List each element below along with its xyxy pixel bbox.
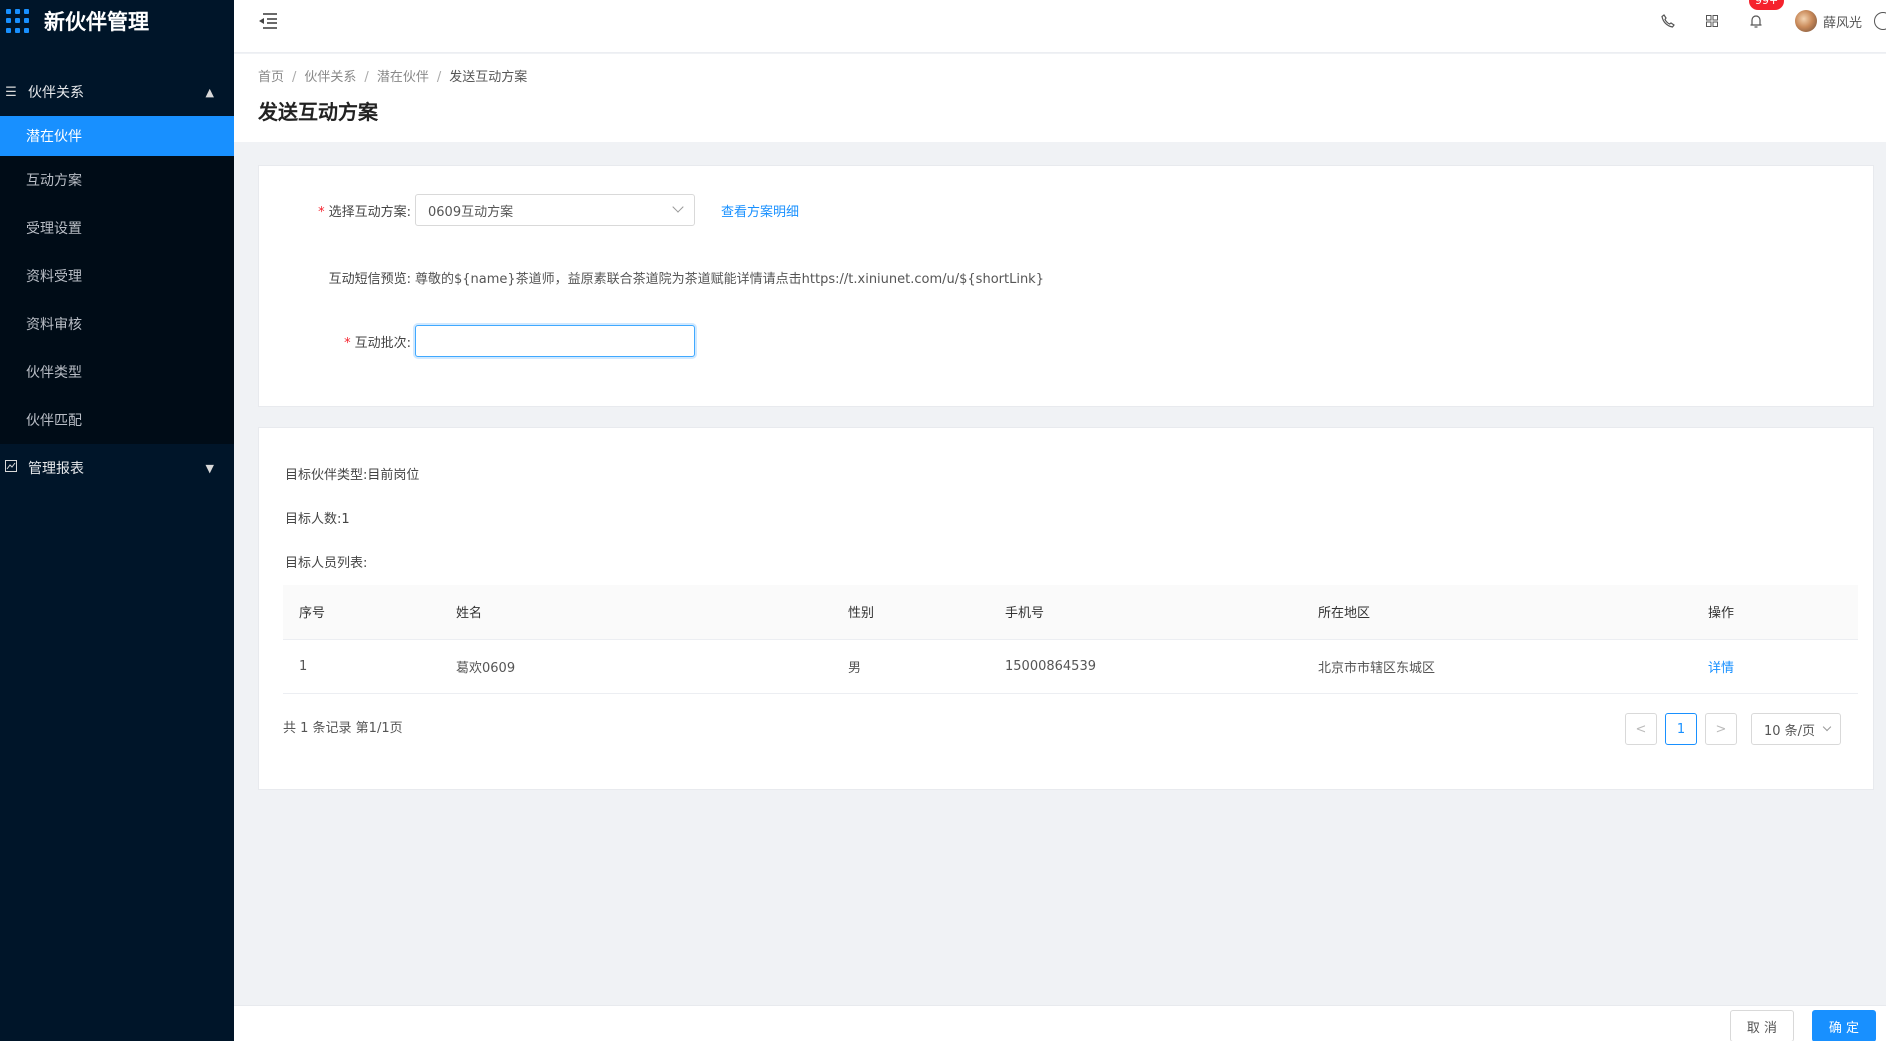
apps-grid-icon[interactable] <box>1703 12 1721 30</box>
sidebar: 新伙伴管理 ☰ 伙伴关系 ▲ 潜在伙伴 互动方案 受理设置 资料受理 资料审核 … <box>0 0 234 1041</box>
menu-fold-icon[interactable] <box>258 12 278 30</box>
bell-icon[interactable]: 99+ <box>1747 0 1785 30</box>
pagination: < 1 > 10 条/页 <box>1617 713 1841 745</box>
view-plan-detail-link[interactable]: 查看方案明细 <box>721 201 799 220</box>
page-size-value: 10 条/页 <box>1764 723 1816 739</box>
table-header-row: 序号 姓名 性别 手机号 所在地区 操作 <box>283 585 1858 640</box>
breadcrumb-home[interactable]: 首页 <box>258 70 284 85</box>
prev-page-button[interactable]: < <box>1625 713 1657 745</box>
globe-icon[interactable] <box>1874 12 1886 30</box>
username[interactable]: 薛风光 <box>1823 12 1862 31</box>
page-button-1[interactable]: 1 <box>1665 713 1697 745</box>
top-header: 99+ 薛风光 <box>234 0 1886 53</box>
column-header: 手机号 <box>989 585 1302 640</box>
notification-badge: 99+ <box>1748 0 1785 10</box>
batch-label: * 互动批次: <box>344 335 411 351</box>
column-header: 所在地区 <box>1302 585 1692 640</box>
chevron-down-icon <box>1822 722 1832 732</box>
breadcrumb-potential-partners[interactable]: 潜在伙伴 <box>377 70 429 85</box>
target-type-value: 目前岗位 <box>367 468 420 483</box>
sidebar-item-label: 受理设置 <box>26 221 82 237</box>
target-type-line: 目标伙伴类型:目前岗位 <box>285 464 419 483</box>
cell-phone: 15000864539 <box>989 639 1302 694</box>
phone-icon[interactable] <box>1659 12 1677 30</box>
target-list-label: 目标人员列表: <box>285 556 368 571</box>
plan-select[interactable]: 0609互动方案 <box>415 194 695 226</box>
submenu-partner-relations: 潜在伙伴 互动方案 受理设置 资料受理 资料审核 伙伴类型 伙伴匹配 <box>0 116 234 444</box>
batch-row: * 互动批次: <box>259 325 695 357</box>
target-count-value: 1 <box>341 512 350 527</box>
sidebar-item-acceptance-settings[interactable]: 受理设置 <box>0 204 234 252</box>
sms-preview-label: 互动短信预览: <box>328 271 411 287</box>
plan-select-value: 0609互动方案 <box>428 204 514 220</box>
plan-select-label: * 选择互动方案: <box>318 204 411 220</box>
chevron-down-icon <box>672 201 684 213</box>
page-size-select[interactable]: 10 条/页 <box>1751 713 1841 745</box>
menu-group-management-reports[interactable]: 管理报表 ▼ <box>0 444 234 492</box>
cell-region: 北京市市辖区东城区 <box>1302 639 1692 694</box>
footer-bar: 取 消 确 定 <box>234 1005 1886 1041</box>
sidebar-item-label: 资料审核 <box>26 317 82 333</box>
column-header: 性别 <box>832 585 989 640</box>
sms-preview-text: 尊敬的${name}茶道师，益原素联合茶道院为茶道赋能详情请点击https://… <box>415 271 1044 287</box>
header-actions: 99+ 薛风光 <box>1659 0 1886 42</box>
menu-group-label: 伙伴关系 <box>28 85 84 101</box>
logo: 新伙伴管理 <box>0 0 234 42</box>
next-page-button[interactable]: > <box>1705 713 1737 745</box>
confirm-button[interactable]: 确 定 <box>1812 1010 1876 1041</box>
sidebar-item-document-acceptance[interactable]: 资料受理 <box>0 252 234 300</box>
sidebar-item-label: 潜在伙伴 <box>26 129 82 145</box>
menu-list-icon: ☰ <box>5 84 17 100</box>
app-title: 新伙伴管理 <box>44 10 149 34</box>
app-grid-icon <box>6 9 30 33</box>
column-header: 序号 <box>283 585 440 640</box>
cell-index: 1 <box>283 639 440 694</box>
target-count-line: 目标人数:1 <box>285 508 350 527</box>
avatar[interactable] <box>1794 10 1817 32</box>
target-count-label: 目标人数: <box>285 512 342 527</box>
sidebar-item-label: 资料受理 <box>26 269 82 285</box>
cancel-button[interactable]: 取 消 <box>1730 1010 1794 1041</box>
sidebar-item-label: 伙伴类型 <box>26 365 82 381</box>
page-header: 首页 / 伙伴关系 / 潜在伙伴 / 发送互动方案 发送互动方案 <box>234 54 1886 142</box>
cell-gender: 男 <box>832 639 989 694</box>
sidebar-item-interaction-plans[interactable]: 互动方案 <box>0 156 234 204</box>
column-header: 姓名 <box>440 585 832 640</box>
menu-group-label: 管理报表 <box>28 461 84 477</box>
chart-icon <box>4 460 18 476</box>
pagination-summary: 共 1 条记录 第1/1页 <box>283 721 403 736</box>
batch-input[interactable] <box>415 325 695 357</box>
sms-preview-row: 互动短信预览: 尊敬的${name}茶道师，益原素联合茶道院为茶道赋能详情请点击… <box>259 261 1044 293</box>
plan-select-row: * 选择互动方案: 0609互动方案 查看方案明细 <box>259 194 799 226</box>
sidebar-item-partner-types[interactable]: 伙伴类型 <box>0 348 234 396</box>
send-plan-form-card: * 选择互动方案: 0609互动方案 查看方案明细 互动短信预览: 尊敬的${na… <box>258 165 1874 407</box>
menu-group-partner-relations[interactable]: ☰ 伙伴关系 ▲ <box>0 68 234 116</box>
sidebar-item-label: 互动方案 <box>26 173 82 189</box>
sidebar-item-potential-partners[interactable]: 潜在伙伴 <box>0 116 234 156</box>
target-type-label: 目标伙伴类型: <box>285 468 368 483</box>
breadcrumb-current: 发送互动方案 <box>449 70 528 85</box>
chevron-up-icon: ▲ <box>205 85 214 99</box>
page-title: 发送互动方案 <box>258 100 378 124</box>
target-list-card: 目标伙伴类型:目前岗位 目标人数:1 目标人员列表: 序号 姓名 性别 手机号 … <box>258 427 1874 790</box>
sidebar-item-label: 伙伴匹配 <box>26 413 82 429</box>
target-table: 序号 姓名 性别 手机号 所在地区 操作 1 葛欢0609 男 15000864… <box>283 585 1858 694</box>
table-row: 1 葛欢0609 男 15000864539 北京市市辖区东城区 详情 <box>283 639 1858 694</box>
column-header: 操作 <box>1692 585 1858 640</box>
sidebar-item-partner-matching[interactable]: 伙伴匹配 <box>0 396 234 444</box>
breadcrumb: 首页 / 伙伴关系 / 潜在伙伴 / 发送互动方案 <box>258 70 528 85</box>
breadcrumb-partner-relations[interactable]: 伙伴关系 <box>304 70 356 85</box>
cell-name: 葛欢0609 <box>440 639 832 694</box>
detail-link[interactable]: 详情 <box>1692 639 1858 694</box>
chevron-down-icon: ▼ <box>205 461 214 475</box>
sidebar-item-document-review[interactable]: 资料审核 <box>0 300 234 348</box>
